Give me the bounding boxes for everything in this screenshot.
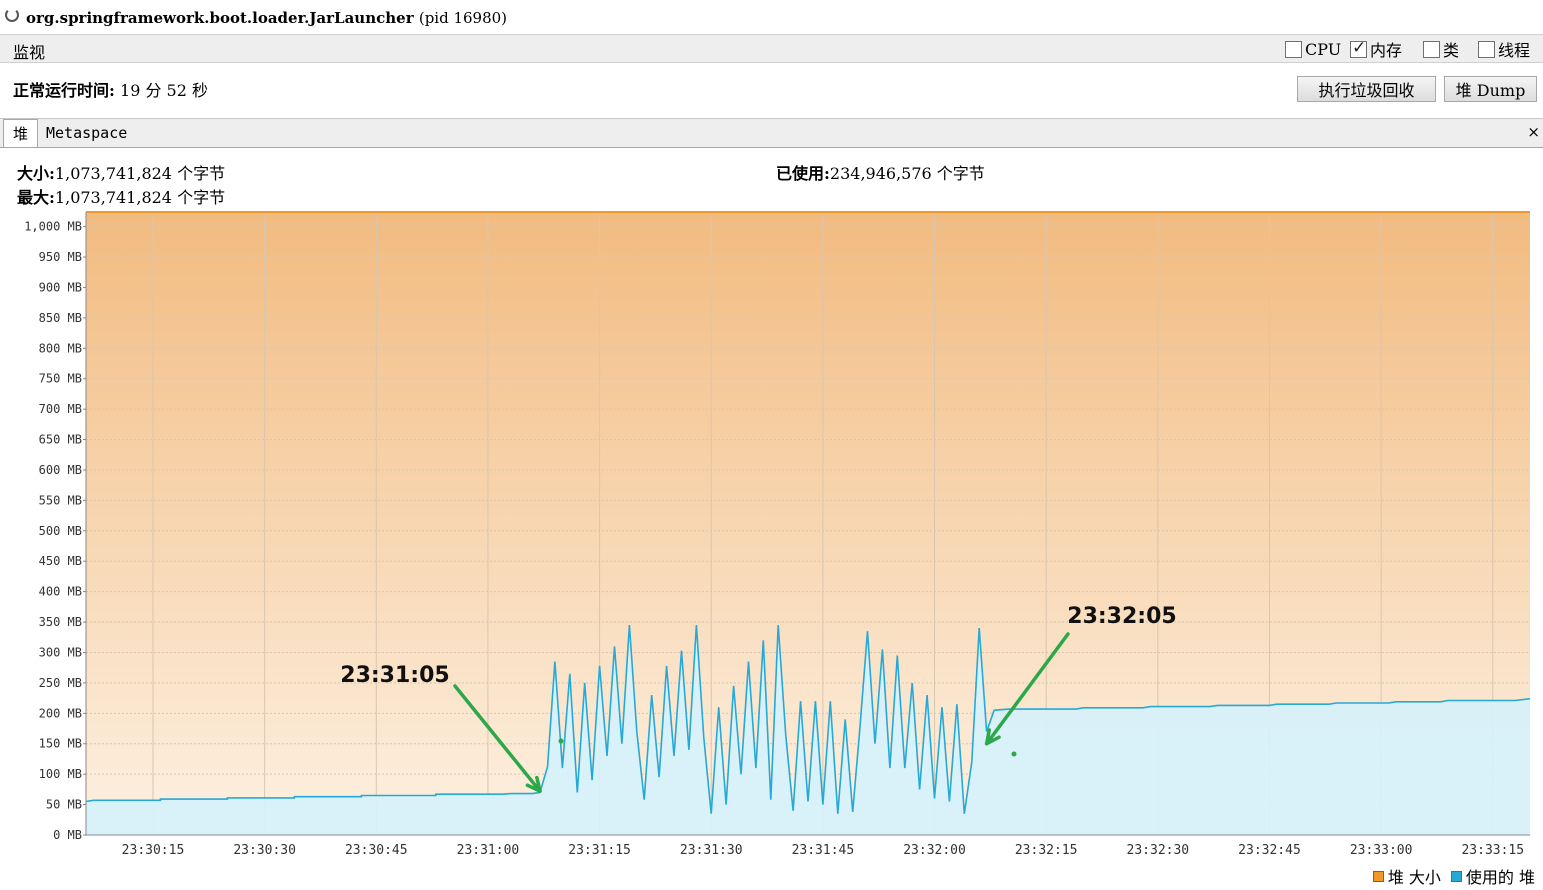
x-tick-label: 23:31:45	[792, 843, 855, 858]
classes-checkbox-label[interactable]: 类	[1443, 37, 1459, 61]
annotation-dot	[1011, 751, 1017, 757]
process-pid: (pid 16980)	[418, 9, 508, 27]
annotation-label: 23:31:05	[340, 663, 449, 688]
y-tick-label: 100 MB	[39, 767, 82, 781]
legend-swatch-heap-size	[1372, 870, 1384, 882]
y-tick-label: 1,000 MB	[24, 220, 82, 234]
x-tick-label: 23:31:15	[568, 843, 631, 858]
legend-heap-size: 堆 大小	[1387, 868, 1441, 887]
heap-used-value: 234,946,576 个字节	[829, 164, 985, 183]
x-tick-label: 23:31:00	[457, 843, 520, 858]
heap-chart: 0 MB 50 MB 100 MB 150 MB 200 MB 250 MB 300 MB 3…	[24, 211, 1531, 858]
cpu-checkbox-label[interactable]: CPU	[1305, 40, 1341, 59]
annotation-dot	[558, 738, 564, 744]
y-tick-label: 900 MB	[39, 280, 82, 294]
y-tick-label: 750 MB	[39, 372, 82, 386]
heap-max-value: 1,073,741,824 个字节	[54, 188, 226, 207]
y-tick-label: 300 MB	[39, 645, 82, 659]
y-tick-label: 200 MB	[39, 706, 82, 720]
checkbox-box-checked[interactable]	[1350, 38, 1367, 58]
heap-size-value: 1,073,741,824 个字节	[54, 164, 226, 183]
y-tick-label: 400 MB	[39, 585, 82, 599]
x-tick-label: 23:32:15	[1015, 843, 1078, 858]
heap-used-info: 已使用:234,946,576 个字节	[776, 160, 985, 184]
y-tick-label: 500 MB	[39, 524, 82, 538]
y-tick-label: 350 MB	[39, 615, 82, 629]
chart-legend: 堆 大小 使用的 堆	[1372, 864, 1535, 888]
checkbox-box[interactable]	[1285, 40, 1302, 58]
tab-bar: 堆 Metaspace ×	[0, 118, 1543, 148]
y-tick-label: 550 MB	[39, 493, 82, 507]
close-icon[interactable]: ×	[1527, 123, 1540, 141]
heap-dump-button[interactable]: 堆 Dump	[1444, 76, 1537, 102]
uptime-label: 正常运行时间:	[13, 81, 115, 100]
heap-max-label: 最大:	[17, 188, 55, 207]
x-tick-label: 23:30:15	[122, 843, 185, 858]
y-tick-label: 600 MB	[39, 463, 82, 477]
y-tick-label: 950 MB	[39, 250, 82, 264]
monitor-label: 监视	[13, 43, 46, 62]
tab-metaspace[interactable]: Metaspace	[46, 119, 127, 147]
uptime-value: 19 分 52 秒	[120, 81, 208, 100]
x-tick-label: 23:32:45	[1238, 843, 1301, 858]
x-tick-label: 23:33:15	[1461, 843, 1524, 858]
x-tick-label: 23:32:30	[1127, 843, 1190, 858]
x-tick-label: 23:32:00	[903, 843, 966, 858]
tab-heap[interactable]: 堆	[3, 119, 38, 147]
y-tick-label: 250 MB	[39, 676, 82, 690]
window-title: org.springframework.boot.loader.JarLaunc…	[26, 9, 507, 27]
x-tick-label: 23:33:00	[1350, 843, 1413, 858]
heap-size-info: 大小:1,073,741,824 个字节	[17, 160, 225, 184]
title-bar: org.springframework.boot.loader.JarLaunc…	[0, 0, 1543, 34]
y-tick-label: 650 MB	[39, 433, 82, 447]
memory-checkbox[interactable]: 内存	[1350, 37, 1402, 61]
heap-max-info: 最大:1,073,741,824 个字节	[17, 184, 225, 208]
y-tick-label: 0 MB	[53, 828, 82, 842]
heap-used-label: 已使用:	[776, 164, 830, 183]
x-tick-label: 23:30:30	[233, 843, 296, 858]
x-tick-label: 23:31:30	[680, 843, 743, 858]
y-tick-label: 850 MB	[39, 311, 82, 325]
perform-gc-button[interactable]: 执行垃圾回收	[1297, 76, 1436, 102]
x-tick-label: 23:30:45	[345, 843, 408, 858]
annotation-label: 23:32:05	[1067, 604, 1176, 629]
process-name: org.springframework.boot.loader.JarLaunc…	[26, 9, 414, 27]
y-tick-label: 450 MB	[39, 554, 82, 568]
y-tick-label: 50 MB	[46, 798, 82, 812]
threads-checkbox[interactable]: 线程	[1478, 37, 1530, 61]
legend-used-heap: 使用的 堆	[1465, 868, 1535, 887]
y-tick-label: 800 MB	[39, 341, 82, 355]
heap-size-label: 大小:	[17, 164, 55, 183]
classes-checkbox[interactable]: 类	[1423, 37, 1459, 61]
cpu-checkbox[interactable]: CPU	[1285, 39, 1341, 59]
checkbox-box[interactable]	[1423, 40, 1440, 58]
monitor-bar: 监视 CPU 内存 类 线程	[0, 34, 1543, 63]
threads-checkbox-label[interactable]: 线程	[1498, 37, 1530, 61]
loading-spinner-icon	[5, 8, 19, 22]
y-tick-label: 700 MB	[39, 402, 82, 416]
memory-checkbox-label[interactable]: 内存	[1370, 37, 1402, 61]
uptime: 正常运行时间: 19 分 52 秒	[13, 77, 208, 101]
checkbox-box[interactable]	[1478, 40, 1495, 58]
y-tick-label: 150 MB	[39, 737, 82, 751]
legend-swatch-used-heap	[1450, 870, 1462, 882]
